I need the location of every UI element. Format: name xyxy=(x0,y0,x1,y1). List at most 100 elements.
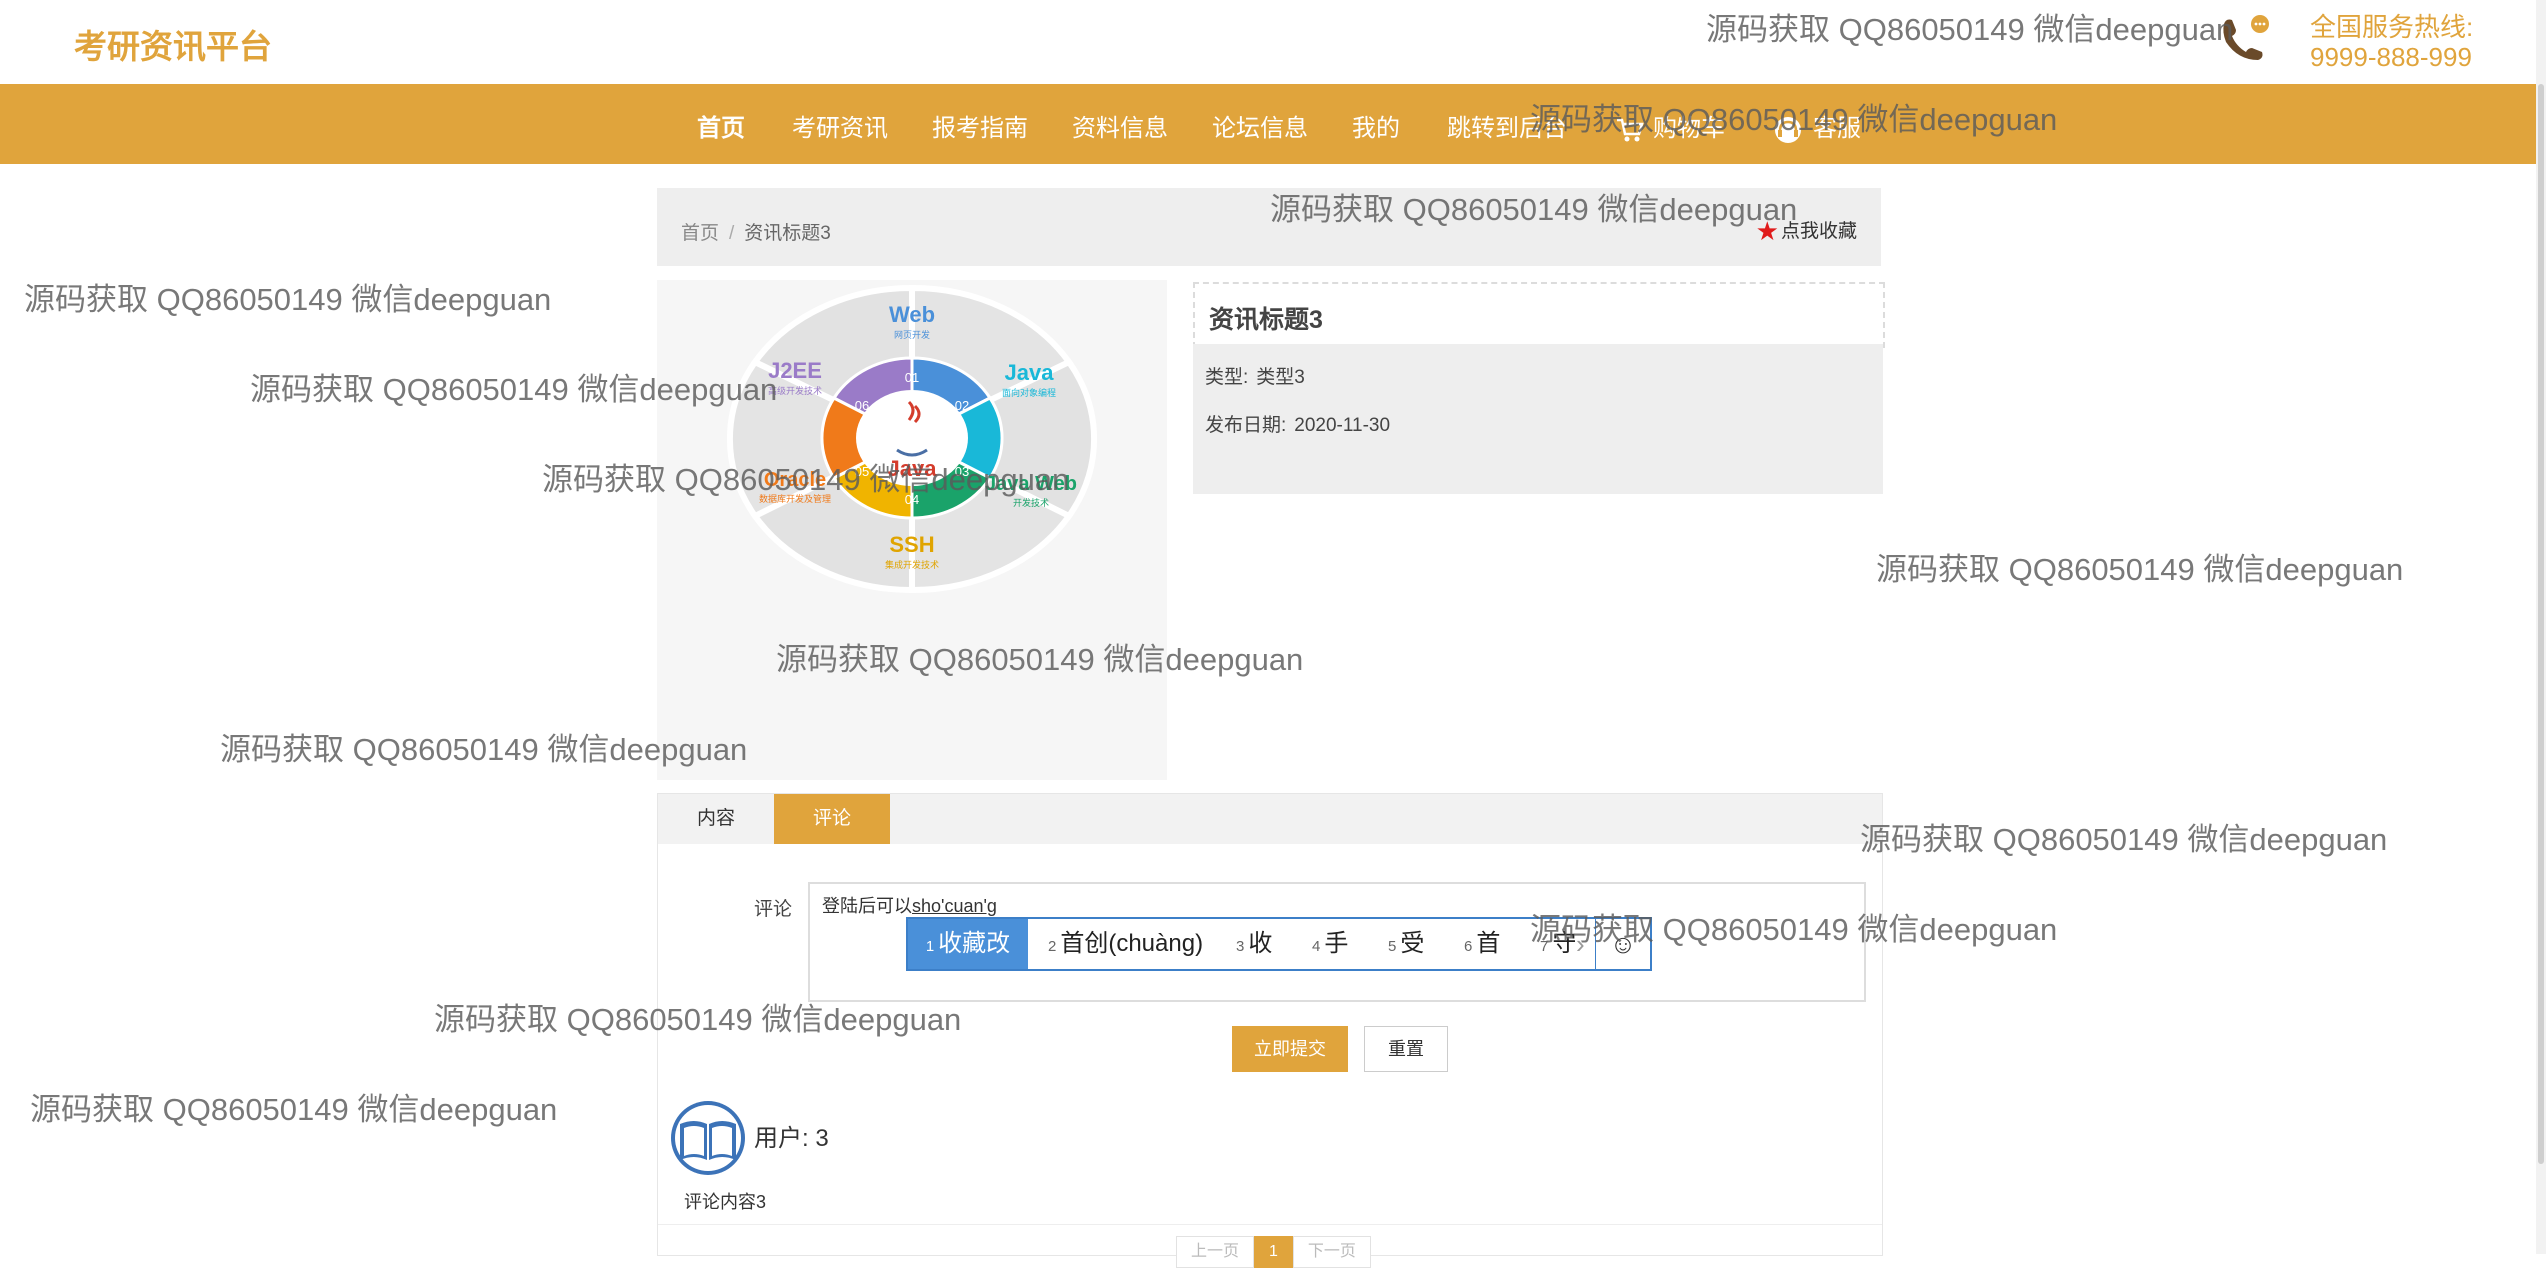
wheel-seg-5-title: Oracle xyxy=(764,469,826,491)
favorite-label: 点我收藏 xyxy=(1780,221,1857,242)
hotline-number: 9999-888-999 xyxy=(2310,42,2472,72)
ime-candidate-6-num: 6 xyxy=(1464,938,1473,955)
pagination: 上一页 1 下一页 xyxy=(1176,1236,1371,1268)
tab-content[interactable]: 内容 xyxy=(658,794,774,844)
breadcrumb-current: 资讯标题3 xyxy=(744,223,831,244)
user-avatar xyxy=(671,1101,745,1175)
info-type-row: 类型: 类型3 xyxy=(1205,362,1305,389)
ime-candidate-4[interactable]: 4手 xyxy=(1312,919,1348,969)
info-title: 资讯标题3 xyxy=(1209,306,1323,334)
wheel-seg-2-sub: 面向对象编程 xyxy=(1002,387,1056,398)
nav-forum[interactable]: 论坛信息 xyxy=(1212,108,1308,143)
nav-mine[interactable]: 我的 xyxy=(1352,108,1400,143)
ime-candidate-4-num: 4 xyxy=(1312,938,1321,955)
wheel-seg-1-title: Web xyxy=(889,302,935,327)
ime-candidate-5-text: 受 xyxy=(1400,930,1425,957)
ime-candidate-3-num: 3 xyxy=(1236,938,1245,955)
comment-user: 用户: 3 xyxy=(754,1125,829,1152)
wheel-seg-4-title: SSH xyxy=(889,532,934,557)
ime-candidate-1-num: 1 xyxy=(925,938,935,955)
wheel-seg-6-sub: 高级开发技术 xyxy=(768,385,822,396)
reset-button[interactable]: 重置 xyxy=(1364,1026,1448,1072)
ime-candidate-3[interactable]: 3收 xyxy=(1236,919,1272,969)
info-type-label: 类型: xyxy=(1205,367,1249,388)
ime-candidate-1[interactable]: 1 收藏改 xyxy=(908,919,1028,969)
wheel-seg-5-num: 05 xyxy=(855,464,869,479)
hotline-label: 全国服务热线: xyxy=(2310,12,2474,42)
wheel-seg-2-num: 02 xyxy=(955,398,969,413)
comment-text: 登陆后可以 xyxy=(822,896,912,916)
site-brand[interactable]: 考研资讯平台 xyxy=(74,20,272,68)
ime-candidate-bar: 1 收藏改 2 首创(chuàng) 3收 4手 5受 6首 7守 › ☺ xyxy=(906,917,1652,971)
wheel-seg-4-sub: 集成开发技术 xyxy=(885,559,939,570)
watermark-7: 源码获取 QQ86050149 微信deepguan xyxy=(1876,552,2404,587)
ime-candidate-2-num: 2 xyxy=(1048,938,1057,955)
star-icon: ★ xyxy=(1755,216,1779,246)
breadcrumb: 首页 / 资讯标题3 xyxy=(681,218,831,245)
ime-candidate-4-text: 手 xyxy=(1324,930,1349,957)
pager-prev[interactable]: 上一页 xyxy=(1176,1236,1255,1268)
ime-candidate-7[interactable]: 7守 xyxy=(1540,919,1576,969)
ime-candidate-2[interactable]: 2 首创(chuàng) xyxy=(1048,919,1203,969)
wheel-seg-1-num: 01 xyxy=(905,370,919,385)
top-header: 考研资讯平台 全国服务热线: 9999-888-999 xyxy=(0,0,2546,84)
ime-candidate-6[interactable]: 6首 xyxy=(1464,919,1500,969)
wheel-seg-3-num: 03 xyxy=(955,464,969,479)
wheel-seg-6-title: J2EE xyxy=(768,358,822,383)
watermark-13: 源码获取 QQ86050149 微信deepguan xyxy=(30,1092,558,1127)
ime-candidate-5[interactable]: 5受 xyxy=(1388,919,1424,969)
ime-candidate-3-text: 收 xyxy=(1248,930,1273,957)
hotline: 全国服务热线: 9999-888-999 xyxy=(2310,12,2473,72)
comment-label: 评论 xyxy=(754,899,793,920)
wheel-seg-5-sub: 数据库开发及管理 xyxy=(759,493,831,504)
java-course-wheel-image: Java Web 网页开发 Java 面向对象编程 Java Web 开发技术 … xyxy=(726,284,1098,594)
pager-current[interactable]: 1 xyxy=(1254,1236,1293,1268)
tab-panel: 内容 评论 评论 登陆后可以sho'cuan'g 1 收藏改 2 首创(chuàng… xyxy=(657,793,1883,1268)
wheel-seg-2-title: Java xyxy=(1005,360,1055,385)
info-date-label: 发布日期: xyxy=(1205,415,1287,436)
nav-guide[interactable]: 报考指南 xyxy=(932,108,1028,143)
main-nav: 首页 考研资讯 报考指南 资料信息 论坛信息 我的 跳转到后台 购物车 客服 xyxy=(0,84,2546,164)
info-date-row: 发布日期: 2020-11-30 xyxy=(1205,410,1390,437)
headset-icon xyxy=(1775,116,1801,143)
wheel-seg-3-title: Java Web xyxy=(985,473,1077,495)
comment-content: 评论内容3 xyxy=(684,1192,767,1212)
ime-emoji-icon[interactable]: ☺ xyxy=(1595,919,1650,969)
tab-comment[interactable]: 评论 xyxy=(774,794,890,844)
wheel-seg-1-sub: 网页开发 xyxy=(894,329,930,340)
ime-candidate-5-num: 5 xyxy=(1388,938,1397,955)
favorite-button[interactable]: ★ 点我收藏 xyxy=(1756,216,1857,247)
submit-button[interactable]: 立即提交 xyxy=(1232,1026,1348,1072)
pager-next[interactable]: 下一页 xyxy=(1292,1236,1371,1268)
ime-candidate-7-text: 守 xyxy=(1552,930,1577,957)
info-title-box: 资讯标题3 xyxy=(1193,282,1885,348)
ime-candidate-1-text: 收藏改 xyxy=(938,930,1011,957)
tab-header: 内容 评论 xyxy=(658,794,1882,844)
info-type-value: 类型3 xyxy=(1256,367,1305,388)
breadcrumb-home[interactable]: 首页 xyxy=(681,223,719,244)
phone-icon xyxy=(2223,15,2269,60)
nav-materials[interactable]: 资料信息 xyxy=(1072,108,1168,143)
nav-cart[interactable]: 购物车 xyxy=(1615,108,1725,143)
nav-admin[interactable]: 跳转到后台 xyxy=(1447,108,1567,143)
info-date-value: 2020-11-30 xyxy=(1294,415,1391,436)
nav-cart-label: 购物车 xyxy=(1653,115,1725,142)
breadcrumb-separator: / xyxy=(729,223,735,244)
ime-candidate-7-num: 7 xyxy=(1540,938,1549,955)
wheel-center-label: Java xyxy=(888,456,938,481)
nav-home[interactable]: 首页 xyxy=(697,108,745,143)
watermark-4: 源码获取 QQ86050149 微信deepguan xyxy=(24,282,552,317)
ime-candidate-2-text: 首创(chuàng) xyxy=(1060,930,1204,957)
wheel-seg-6-num: 06 xyxy=(855,398,869,413)
cart-icon xyxy=(1617,118,1644,142)
nav-service[interactable]: 客服 xyxy=(1771,108,1861,145)
comment-divider xyxy=(658,1224,1882,1225)
detail-image-area: Java Web 网页开发 Java 面向对象编程 Java Web 开发技术 … xyxy=(657,280,1167,780)
nav-news[interactable]: 考研资讯 xyxy=(792,108,888,143)
breadcrumb-bar: 首页 / 资讯标题3 ★ 点我收藏 xyxy=(657,188,1881,266)
ime-candidate-6-text: 首 xyxy=(1476,930,1501,957)
scrollbar-thumb[interactable] xyxy=(2538,84,2544,1164)
info-body: 类型: 类型3 发布日期: 2020-11-30 xyxy=(1193,344,1883,494)
watermark-10: 源码获取 QQ86050149 微信deepguan xyxy=(1860,822,2388,857)
wheel-seg-4-num: 04 xyxy=(905,492,919,507)
